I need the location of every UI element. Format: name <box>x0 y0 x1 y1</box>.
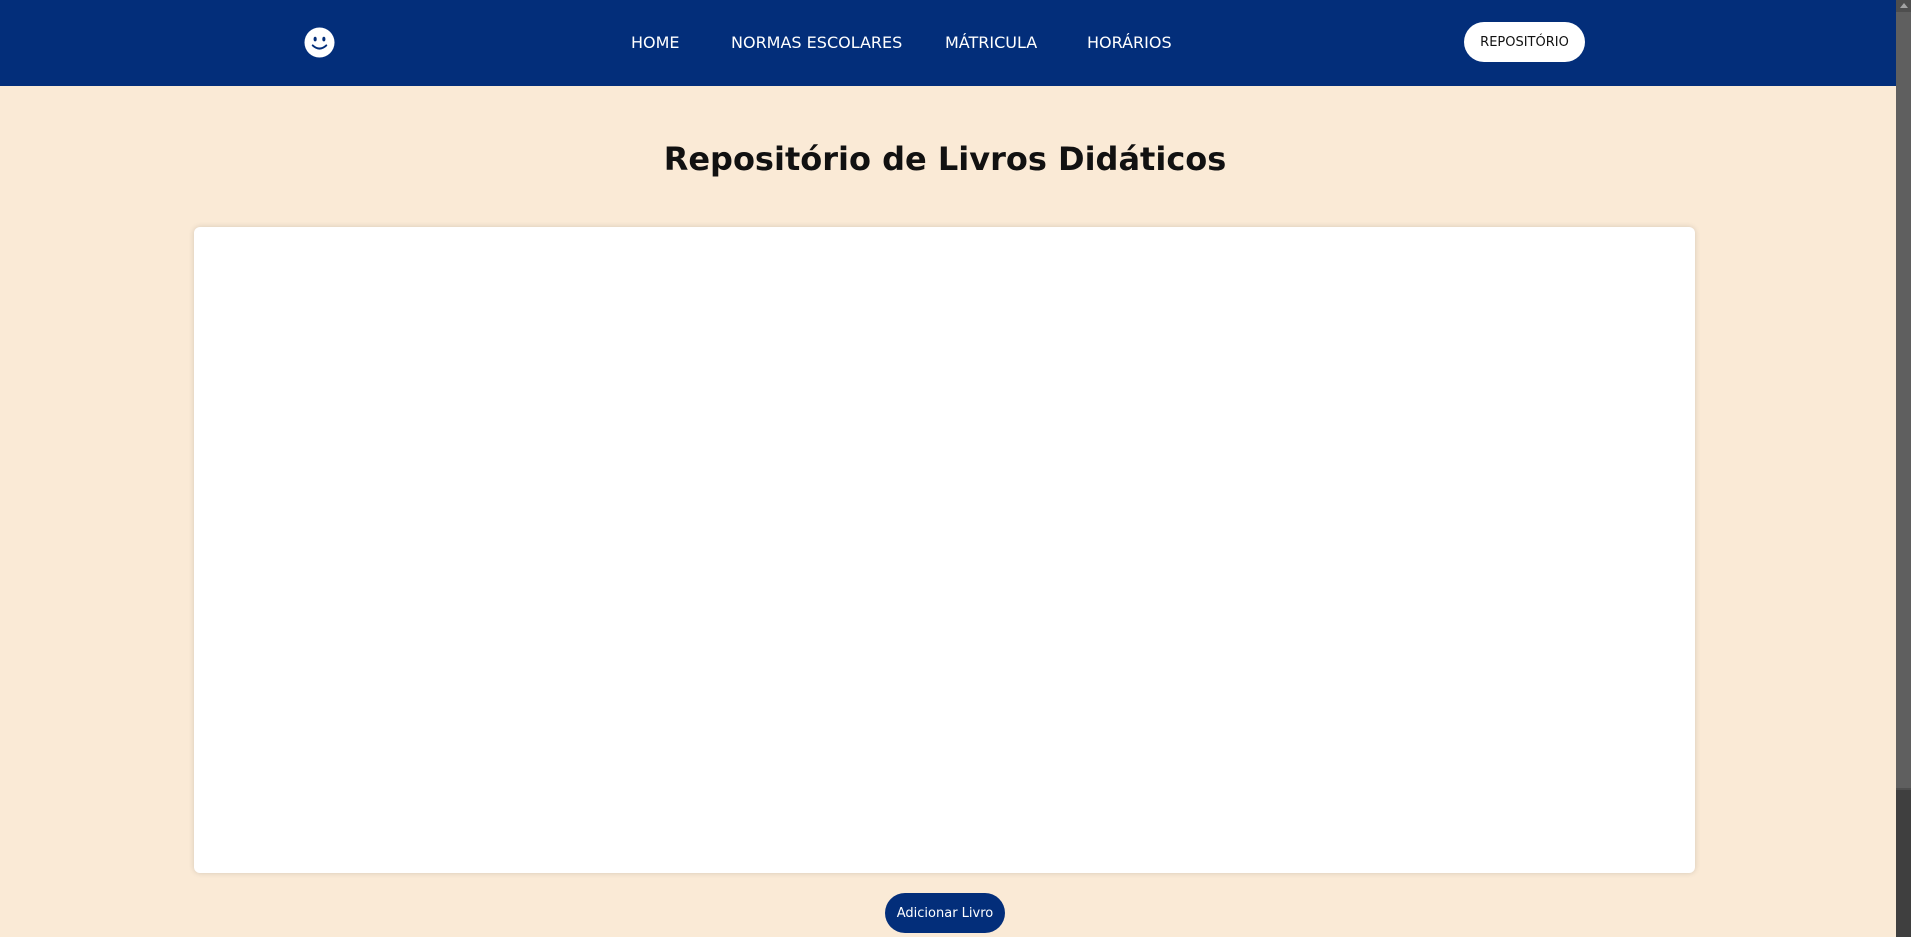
nav-matricula-link[interactable]: MÁTRICULA <box>945 0 1037 86</box>
top-navbar: HOME NORMAS ESCOLARES MÁTRICULA HORÁRIOS… <box>0 0 1896 86</box>
add-book-button[interactable]: Adicionar Livro <box>885 893 1005 933</box>
scrollbar-thumb[interactable] <box>1896 790 1911 937</box>
nav-horarios-link[interactable]: HORÁRIOS <box>1087 0 1172 86</box>
nav-normas-escolares-link[interactable]: NORMAS ESCOLARES <box>731 0 902 86</box>
repositorio-button[interactable]: REPOSITÓRIO <box>1464 22 1585 62</box>
nav-home-link[interactable]: HOME <box>631 0 680 86</box>
scroll-up-arrow-icon[interactable] <box>1900 3 1908 8</box>
scrollbar-track[interactable] <box>1896 12 1911 788</box>
main-nav: HOME NORMAS ESCOLARES MÁTRICULA HORÁRIOS <box>0 0 1896 86</box>
page-scrollbar[interactable] <box>1896 0 1911 937</box>
page-title: Repositório de Livros Didáticos <box>663 140 1227 178</box>
book-list-panel <box>194 227 1695 873</box>
